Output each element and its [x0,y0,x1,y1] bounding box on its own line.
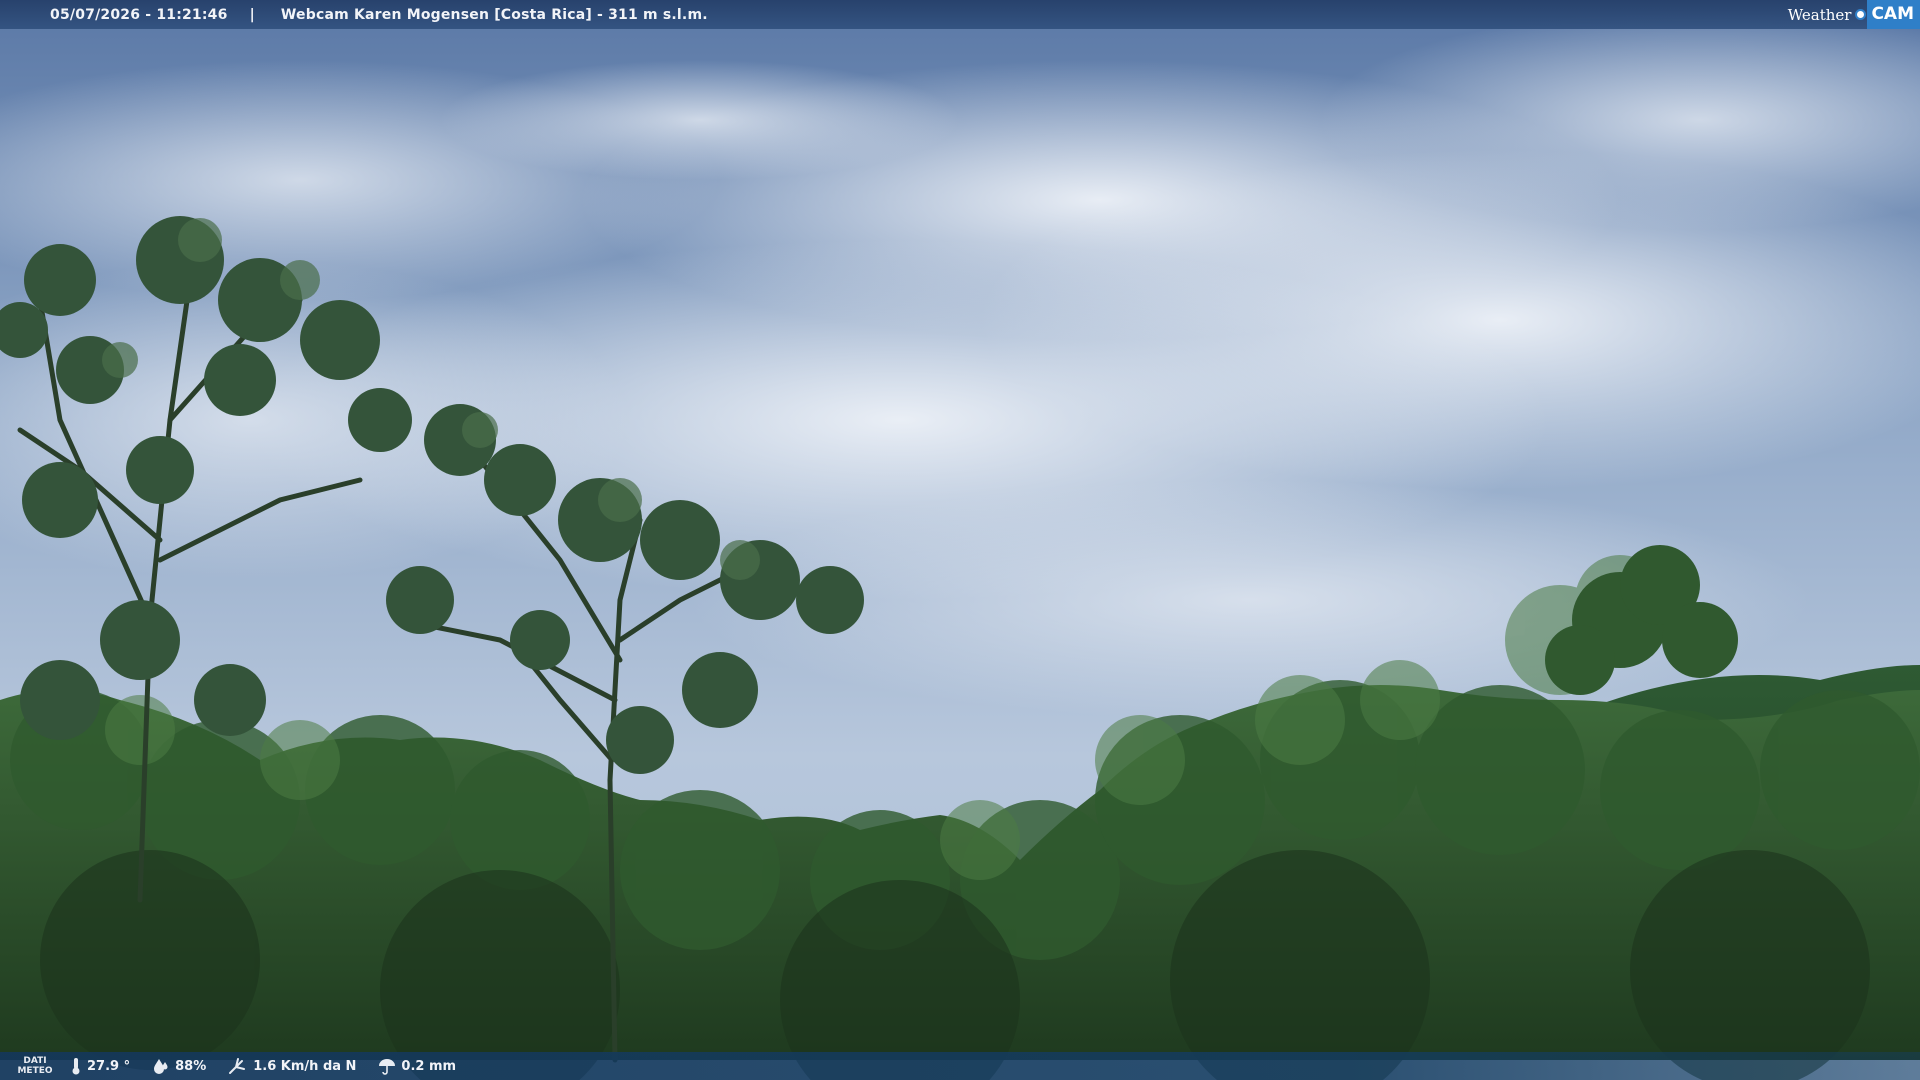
logo-dot-icon [1855,9,1867,20]
humidity-value: 88% [175,1058,207,1074]
thermometer-icon [72,1058,80,1075]
wind-value: 1.6 Km/h da N [253,1058,357,1074]
weather-data-label: DATI METEO [17,1056,53,1076]
weathercam-logo: Weather CAM [1788,0,1920,29]
caption-bar: 05/07/2026 - 11:21:46 | Webcam Karen Mog… [0,0,1920,29]
droplet-icon [154,1059,168,1074]
wind-metric: 1.6 Km/h da N [228,1057,356,1075]
rain-value: 0.2 mm [401,1058,457,1074]
camera-title: Webcam Karen Mogensen [Costa Rica] - 311… [280,6,708,23]
timestamp: 05/07/2026 - 11:21:46 [50,6,228,23]
rain-metric: 0.2 mm [378,1057,456,1075]
temperature-metric: 27.9 ° [70,1057,130,1075]
logo-mark: CAM [1867,0,1920,29]
logo-word: Weather [1787,5,1852,24]
humidity-metric: 88% [152,1057,206,1075]
webcam-image [0,0,1920,1080]
wind-icon [229,1058,246,1074]
umbrella-icon [379,1059,396,1075]
weather-data-bar: DATI METEO 27.9 ° 88% 1.6 Km/h da N 0.2 … [0,1052,1920,1080]
temperature-value: 27.9 ° [87,1058,131,1074]
caption-separator: | [249,6,255,23]
webcam-frame: 05/07/2026 - 11:21:46 | Webcam Karen Mog… [0,0,1920,1080]
